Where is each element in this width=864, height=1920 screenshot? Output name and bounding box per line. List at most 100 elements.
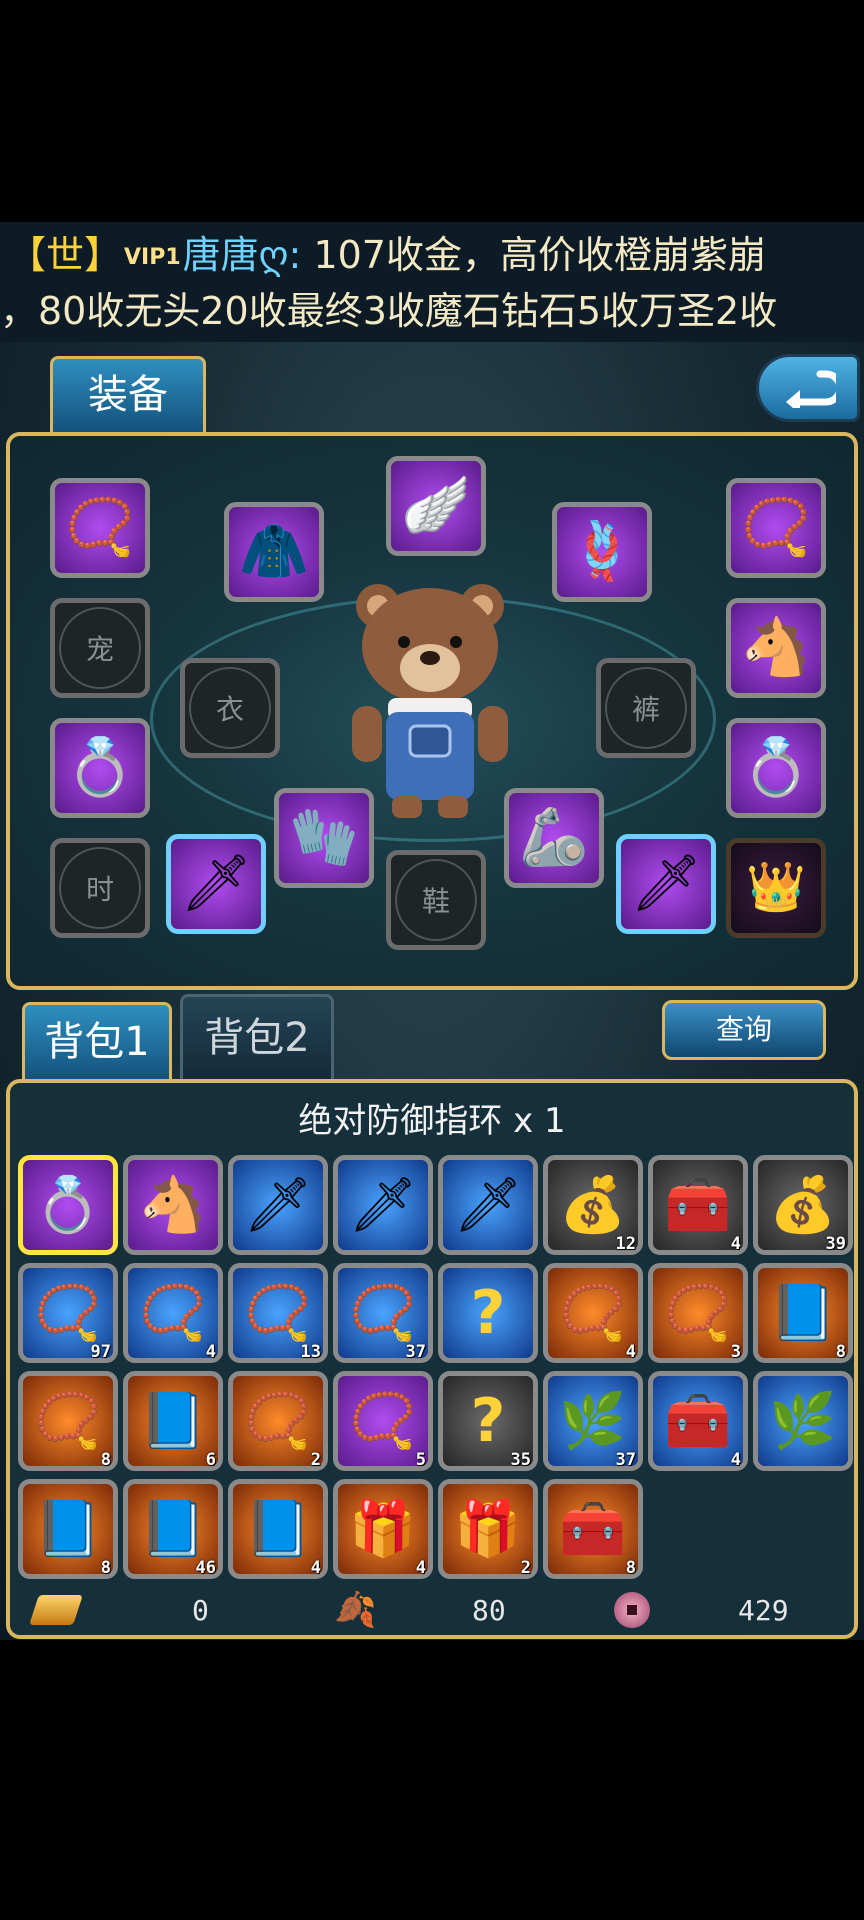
bag-item-slot[interactable]: 🗡 bbox=[228, 1155, 328, 1255]
bag-item-slot[interactable]: 🐴 bbox=[123, 1155, 223, 1255]
leaf-amount: 80 bbox=[472, 1593, 506, 1627]
item-count: 2 bbox=[310, 1450, 321, 1470]
bag-item-slot[interactable]: ? 35 bbox=[438, 1371, 538, 1471]
coin-icon bbox=[614, 1592, 650, 1628]
query-button[interactable]: 查询 bbox=[662, 1000, 826, 1060]
tab-equipment[interactable]: 装备 bbox=[50, 356, 206, 434]
bag-item-slot[interactable]: 🎁 2 bbox=[438, 1479, 538, 1579]
equip-slot-ring-left[interactable]: 💍 bbox=[50, 718, 150, 818]
item-count: 37 bbox=[615, 1450, 636, 1470]
bag-item-slot[interactable]: 📿 37 bbox=[333, 1263, 433, 1363]
equip-slot-mount[interactable]: 🐴 bbox=[726, 598, 826, 698]
horse-icon: 🐴 bbox=[139, 1173, 207, 1236]
equip-slot-fashion[interactable]: 时 bbox=[50, 838, 150, 938]
bag-item-slot[interactable]: 📿 13 bbox=[228, 1263, 328, 1363]
wing-headwear-icon: 🪽 bbox=[401, 473, 471, 538]
book-icon: 📘 bbox=[769, 1281, 837, 1344]
chat-speaker-name[interactable]: 唐唐ღ: bbox=[183, 233, 302, 277]
item-count: 37 bbox=[405, 1342, 426, 1362]
bag-item-slot[interactable]: 📘 46 bbox=[123, 1479, 223, 1579]
sword-icon: 🗡 bbox=[630, 851, 702, 916]
equip-slot-necklace-right[interactable]: 📿 bbox=[726, 478, 826, 578]
bag-item-slot[interactable]: 📘 4 bbox=[228, 1479, 328, 1579]
equip-slot-weapon-right[interactable]: 🗡 bbox=[616, 834, 716, 934]
bag-item-slot[interactable]: 📿 8 bbox=[18, 1371, 118, 1471]
equip-slot-vip-crown[interactable]: 👑 VIP bbox=[726, 838, 826, 938]
gift-icon: 🎁 bbox=[349, 1497, 417, 1560]
item-count: 13 bbox=[300, 1342, 321, 1362]
return-arrow-icon bbox=[786, 370, 836, 408]
bag-item-slot[interactable]: 💍 bbox=[18, 1155, 118, 1255]
bag-item-slot[interactable]: 📿 4 bbox=[543, 1263, 643, 1363]
equip-slot-pet[interactable]: 宠 bbox=[50, 598, 150, 698]
item-count: 8 bbox=[100, 1558, 111, 1578]
bag-item-slot[interactable]: 💰 39 bbox=[753, 1155, 853, 1255]
currency-bar: 0 🍂 80 429 bbox=[14, 1587, 850, 1633]
shoes-slot-label: 鞋 bbox=[395, 859, 477, 941]
item-count: 4 bbox=[730, 1234, 741, 1254]
equip-slot-cape[interactable]: 🧥 bbox=[224, 502, 324, 602]
pants-slot-label: 裤 bbox=[605, 667, 687, 749]
bag-item-slot[interactable]: 🗡 bbox=[333, 1155, 433, 1255]
bag-item-slot[interactable]: 🗡 bbox=[438, 1155, 538, 1255]
gold-bar-icon bbox=[29, 1595, 83, 1625]
bag-item-slot[interactable]: 💰 12 bbox=[543, 1155, 643, 1255]
bag-item-slot[interactable]: 📘 6 bbox=[123, 1371, 223, 1471]
tab-bag-1[interactable]: 背包1 bbox=[22, 1002, 172, 1082]
bag-item-slot[interactable]: 📿 3 bbox=[648, 1263, 748, 1363]
back-button[interactable] bbox=[756, 354, 860, 422]
equip-slot-pants[interactable]: 裤 bbox=[596, 658, 696, 758]
question-icon: ? bbox=[470, 1278, 506, 1348]
bag-item-slot[interactable]: 🎁 4 bbox=[333, 1479, 433, 1579]
equip-slot-necklace-left[interactable]: 📿 bbox=[50, 478, 150, 578]
equip-slot-clothes[interactable]: 衣 bbox=[180, 658, 280, 758]
clothes-slot-label: 衣 bbox=[189, 667, 271, 749]
equip-slot-gauntlet[interactable]: 🦾 bbox=[504, 788, 604, 888]
bag-item-slot[interactable]: 📘 8 bbox=[753, 1263, 853, 1363]
equip-slot-shoes[interactable]: 鞋 bbox=[386, 850, 486, 950]
item-count: 4 bbox=[310, 1558, 321, 1578]
chat-line-1: 【世】VIP1唐唐ღ: 107收金，高价收橙崩紫崩 bbox=[8, 226, 766, 287]
bag-item-slot[interactable]: 🧰 4 bbox=[648, 1155, 748, 1255]
gold-amount: 0 bbox=[192, 1593, 209, 1627]
selected-item-name: 绝对防御指环 x 1 bbox=[298, 1101, 566, 1141]
bag-item-slot[interactable]: 🌿 bbox=[753, 1371, 853, 1471]
item-count: 35 bbox=[510, 1450, 531, 1470]
chest-icon: 🧰 bbox=[664, 1173, 732, 1236]
horse-icon: 🐴 bbox=[741, 615, 811, 680]
belt-icon: 🪢 bbox=[567, 519, 637, 584]
gauntlet-icon: 🦾 bbox=[519, 805, 589, 870]
bag-item-slot[interactable]: 📘 8 bbox=[18, 1479, 118, 1579]
bag-item-slot[interactable]: 🌿 37 bbox=[543, 1371, 643, 1471]
equip-slot-headwear[interactable]: 🪽 bbox=[386, 456, 486, 556]
sword-icon: 🗡 bbox=[243, 1173, 313, 1236]
necklace-icon: 📿 bbox=[139, 1281, 207, 1344]
necklace-icon: 📿 bbox=[244, 1389, 312, 1452]
bag-item-slot[interactable]: 📿 97 bbox=[18, 1263, 118, 1363]
bag-item-slot[interactable]: 📿 2 bbox=[228, 1371, 328, 1471]
question-icon: ? bbox=[470, 1386, 506, 1456]
item-count: 8 bbox=[835, 1342, 846, 1362]
tab-bag-2[interactable]: 背包2 bbox=[180, 994, 334, 1082]
pouch-icon: 💰 bbox=[559, 1173, 627, 1236]
book-icon: 📘 bbox=[34, 1497, 102, 1560]
bag-item-slot[interactable]: 📿 4 bbox=[123, 1263, 223, 1363]
pet-slot-label: 宠 bbox=[59, 607, 141, 689]
necklace-icon: 📿 bbox=[244, 1281, 312, 1344]
necklace-icon: 📿 bbox=[559, 1281, 627, 1344]
world-chat-banner[interactable]: 【世】VIP1唐唐ღ: 107收金，高价收橙崩紫崩 ，80收无头20收最终3收魔… bbox=[0, 222, 864, 342]
bag-item-slot[interactable]: ? bbox=[438, 1263, 538, 1363]
equip-slot-belt[interactable]: 🪢 bbox=[552, 502, 652, 602]
item-count: 6 bbox=[205, 1450, 216, 1470]
bag-item-slot[interactable]: 📿 5 bbox=[333, 1371, 433, 1471]
necklace-icon: 📿 bbox=[741, 495, 811, 560]
equip-slot-weapon-left[interactable]: 🗡 bbox=[166, 834, 266, 934]
leaf-currency: 🍂 80 bbox=[334, 1587, 554, 1633]
bag-item-slot[interactable]: 🧰 8 bbox=[543, 1479, 643, 1579]
necklace-icon: 📿 bbox=[349, 1389, 417, 1452]
chest-icon: 🧰 bbox=[559, 1497, 627, 1560]
bag-panel: 绝对防御指环 x 1 💍 🐴 🗡 🗡 🗡 💰 12 🧰 4 💰 39 📿 97 📿 4 📿 13 📿 37? 📿 4 📿 3… bbox=[6, 1079, 858, 1639]
necklace-icon: 📿 bbox=[34, 1389, 102, 1452]
bag-item-slot[interactable]: 🧰 4 bbox=[648, 1371, 748, 1471]
equip-slot-ring-right[interactable]: 💍 bbox=[726, 718, 826, 818]
